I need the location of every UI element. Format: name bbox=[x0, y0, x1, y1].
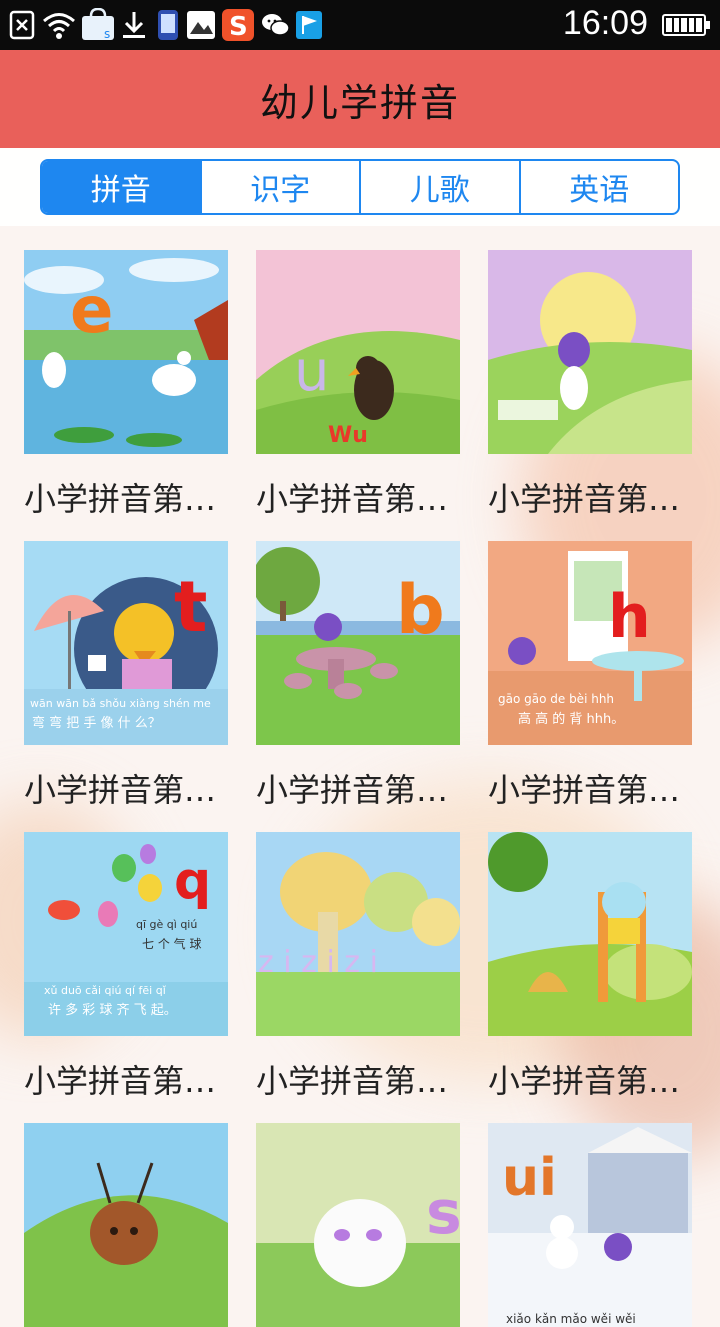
svg-text:七 个 气 球: 七 个 气 球 bbox=[142, 936, 201, 951]
svg-text:许 多 彩 球 齐 飞 起。: 许 多 彩 球 齐 飞 起。 bbox=[48, 1002, 177, 1018]
tab-english[interactable]: 英语 bbox=[518, 161, 679, 213]
video-thumbnail[interactable]: z i z i z i bbox=[256, 832, 460, 1036]
tab-songs[interactable]: 儿歌 bbox=[359, 161, 519, 213]
video-thumbnail[interactable]: e bbox=[24, 250, 228, 454]
video-title[interactable]: 小学拼音第… bbox=[24, 1056, 234, 1102]
video-thumbnail[interactable] bbox=[488, 832, 692, 1036]
video-thumbnail[interactable]: s bbox=[256, 1123, 460, 1327]
video-thumbnail[interactable] bbox=[24, 1123, 228, 1327]
status-bar: s S 16:09 bbox=[0, 0, 720, 50]
video-title[interactable]: 小学拼音第… bbox=[256, 1056, 466, 1102]
close-box-icon bbox=[8, 9, 36, 41]
video-thumbnail[interactable]: b bbox=[256, 541, 460, 745]
grid-item[interactable]: 小学拼音第… bbox=[488, 832, 692, 1102]
svg-text:z i z i z i: z i z i z i bbox=[258, 945, 378, 980]
video-thumbnail[interactable]: wān wān bǎ shǒu xiàng shén me 弯 弯 把 手 像 … bbox=[24, 541, 228, 745]
svg-text:高 高 的 背 hhh。: 高 高 的 背 hhh。 bbox=[518, 711, 624, 727]
grid-item[interactable]: s bbox=[256, 1123, 460, 1327]
tab-pinyin[interactable]: 拼音 bbox=[42, 161, 200, 213]
svg-text:xǔ duō cǎi qiú qí fēi qǐ: xǔ duō cǎi qiú qí fēi qǐ bbox=[44, 984, 167, 997]
app-header: 幼儿学拼音 bbox=[0, 50, 720, 148]
video-title[interactable]: 小学拼音第… bbox=[24, 765, 234, 811]
video-title[interactable]: 小学拼音第… bbox=[488, 765, 698, 811]
video-thumbnail[interactable]: gāo gāo de bèi hhh 高 高 的 背 hhh。 h bbox=[488, 541, 692, 745]
tab-characters[interactable]: 识字 bbox=[199, 161, 360, 213]
grid-item[interactable] bbox=[24, 1123, 228, 1327]
wechat-icon bbox=[260, 9, 290, 41]
page-title: 幼儿学拼音 bbox=[259, 80, 460, 125]
grid-item[interactable]: 小学拼音第… bbox=[488, 250, 692, 520]
svg-text:xiǎo kǎn mǎo wěi wěi: xiǎo kǎn mǎo wěi wěi bbox=[506, 1312, 636, 1326]
grid-item[interactable]: z i z i z i 小学拼音第… bbox=[256, 832, 460, 1102]
video-title[interactable]: 小学拼音第… bbox=[488, 1056, 698, 1102]
download-icon bbox=[120, 9, 148, 41]
wifi-icon bbox=[42, 9, 76, 41]
sogou-icon: S bbox=[220, 9, 256, 42]
tab-bar-container: 拼音 识字 儿歌 英语 bbox=[0, 148, 720, 226]
video-thumbnail[interactable]: q qī gè qì qiú 七 个 气 球 xǔ duō cǎi qiú qí… bbox=[24, 832, 228, 1036]
video-thumbnail[interactable] bbox=[488, 250, 692, 454]
tab-bar: 拼音 识字 儿歌 英语 bbox=[40, 159, 680, 215]
video-thumbnail[interactable]: u Wu bbox=[256, 250, 460, 454]
battery-icon bbox=[662, 14, 710, 36]
svg-text:e: e bbox=[70, 274, 113, 348]
gallery-icon bbox=[186, 9, 216, 41]
svg-text:S: S bbox=[229, 12, 248, 42]
svg-text:s: s bbox=[104, 27, 110, 41]
grid-item[interactable]: q qī gè qì qiú 七 个 气 球 xǔ duō cǎi qiú qí… bbox=[24, 832, 228, 1102]
video-title[interactable]: 小学拼音第… bbox=[256, 765, 466, 811]
flag-icon bbox=[294, 9, 324, 41]
video-thumbnail[interactable]: ui xiǎo kǎn mǎo wěi wěi bbox=[488, 1123, 692, 1327]
svg-text:ui: ui bbox=[502, 1148, 557, 1208]
clock: 16:09 bbox=[562, 4, 648, 42]
svg-text:gāo gāo de bèi hhh: gāo gāo de bèi hhh bbox=[498, 692, 614, 706]
grid-item[interactable]: wān wān bǎ shǒu xiàng shén me 弯 弯 把 手 像 … bbox=[24, 541, 228, 811]
grid-item[interactable]: gāo gāo de bèi hhh 高 高 的 背 hhh。 h 小学拼音第… bbox=[488, 541, 692, 811]
phone-icon bbox=[154, 9, 182, 41]
shop-bag-icon: s bbox=[80, 8, 116, 41]
grid-item[interactable]: ui xiǎo kǎn mǎo wěi wěi bbox=[488, 1123, 692, 1327]
video-title[interactable]: 小学拼音第… bbox=[24, 474, 234, 520]
svg-text:t: t bbox=[174, 566, 207, 648]
video-title[interactable]: 小学拼音第… bbox=[256, 474, 466, 520]
grid-item[interactable]: u Wu 小学拼音第… bbox=[256, 250, 460, 520]
svg-text:wān wān bǎ shǒu xiàng shén me: wān wān bǎ shǒu xiàng shén me bbox=[30, 697, 211, 710]
grid-item[interactable]: e 小学拼音第… bbox=[24, 250, 228, 520]
svg-text:h: h bbox=[608, 582, 651, 652]
svg-text:u: u bbox=[294, 339, 330, 404]
grid-item[interactable]: b 小学拼音第… bbox=[256, 541, 460, 811]
svg-text:qī gè qì qiú: qī gè qì qiú bbox=[136, 918, 197, 931]
svg-text:Wu: Wu bbox=[328, 423, 368, 448]
svg-text:弯 弯 把 手 像 什 么？: 弯 弯 把 手 像 什 么？ bbox=[32, 715, 161, 731]
svg-text:b: b bbox=[396, 571, 445, 650]
svg-text:s: s bbox=[426, 1178, 460, 1248]
video-title[interactable]: 小学拼音第… bbox=[488, 474, 698, 520]
svg-text:q: q bbox=[174, 851, 211, 911]
